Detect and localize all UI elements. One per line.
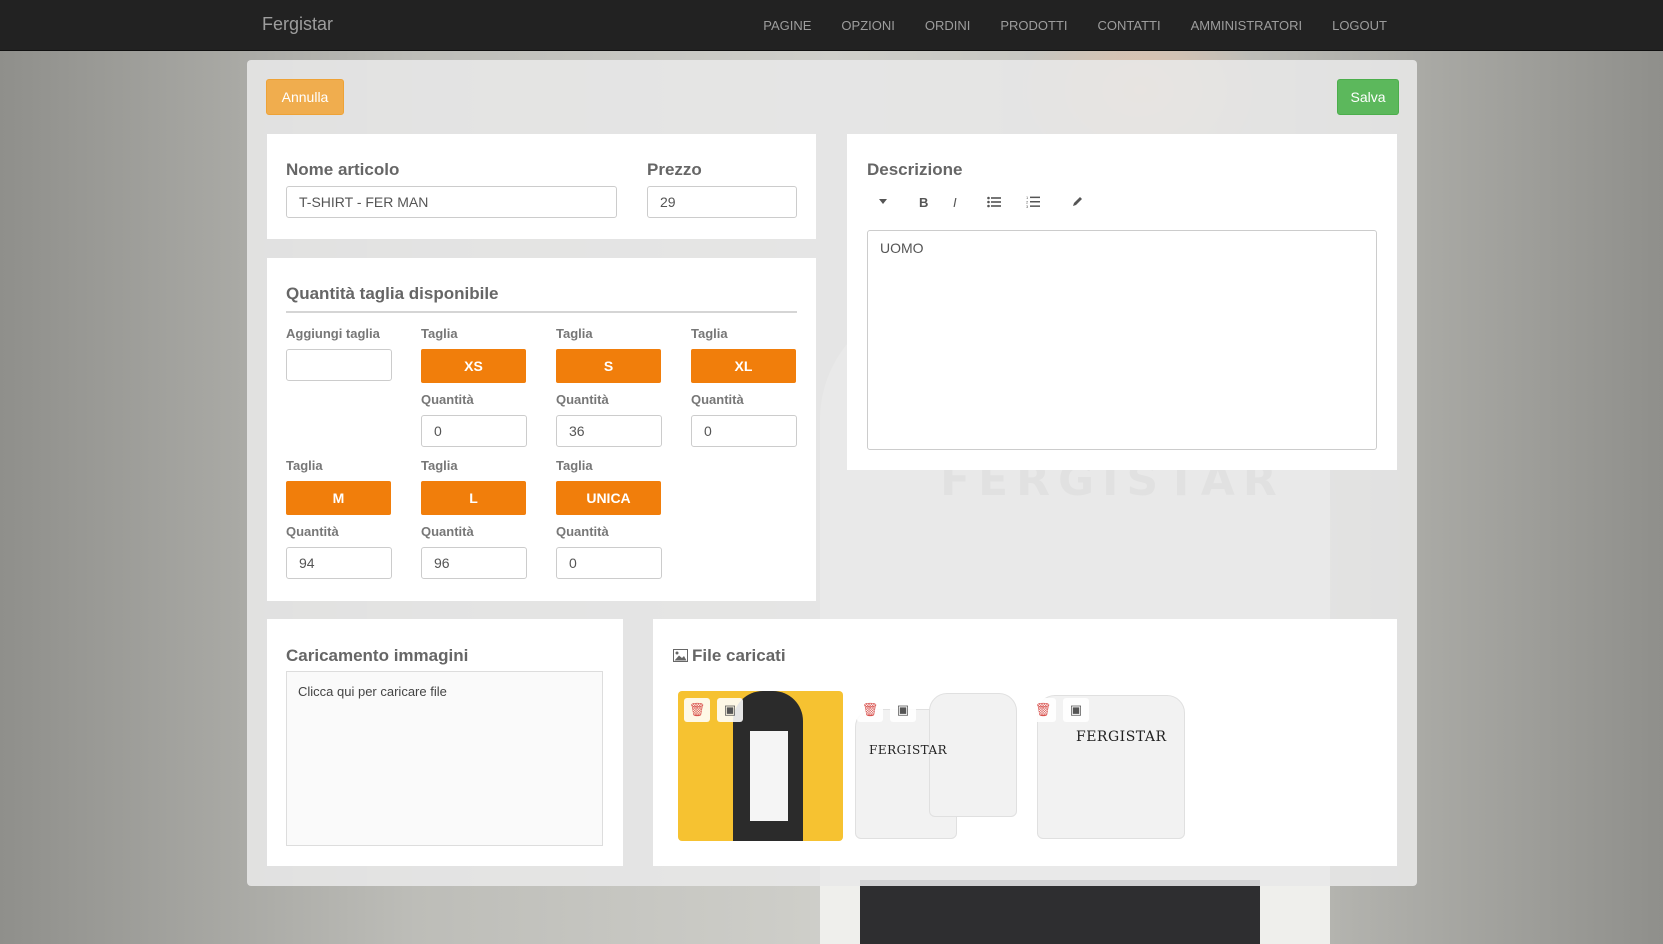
quantity-input-xl[interactable]: 0	[691, 415, 797, 447]
image-icon[interactable]: ▣	[1063, 698, 1089, 722]
size-label: Taglia	[421, 458, 458, 473]
quantity-input-unica[interactable]: 0	[556, 547, 662, 579]
size-label: Taglia	[421, 326, 458, 341]
sizes-title: Quantità taglia disponibile	[286, 284, 499, 303]
add-size-label: Aggiungi taglia	[286, 326, 380, 341]
quantity-label: Quantità	[421, 392, 474, 407]
nav-item-prodotti[interactable]: PRODOTTI	[1000, 18, 1067, 33]
size-button-xs[interactable]: XS	[421, 349, 526, 383]
pencil-icon[interactable]	[1071, 195, 1084, 211]
quantity-label: Quantità	[421, 524, 474, 539]
bold-icon[interactable]: B	[919, 195, 928, 210]
brand-logo[interactable]: Fergistar	[262, 14, 333, 35]
numbered-list-icon[interactable]: 123	[1026, 195, 1040, 211]
nav-item-amministratori[interactable]: AMMINISTRATORI	[1191, 18, 1302, 33]
size-label: Taglia	[691, 326, 728, 341]
size-button-m[interactable]: M	[286, 481, 391, 515]
navbar: Fergistar PAGINE OPZIONI ORDINI PRODOTTI…	[0, 0, 1663, 51]
svg-text:3: 3	[1026, 204, 1029, 208]
cancel-button[interactable]: Annulla	[266, 79, 344, 115]
add-size-input[interactable]	[286, 349, 392, 381]
quantity-label: Quantità	[691, 392, 744, 407]
delete-icon[interactable]: 🗑	[1030, 698, 1056, 722]
quantity-input-xs[interactable]: 0	[421, 415, 527, 447]
price-input[interactable]: 29	[647, 186, 797, 218]
save-button[interactable]: Salva	[1337, 79, 1399, 115]
quantity-label: Quantità	[286, 524, 339, 539]
size-label: Taglia	[556, 458, 593, 473]
background-jeans	[860, 880, 1260, 944]
uploded-image-3[interactable]: FERGISTAR 🗑 ▣	[1029, 691, 1194, 841]
picture-icon	[673, 649, 688, 667]
nav-item-logout[interactable]: LOGOUT	[1332, 18, 1387, 33]
description-label: Descrizione	[867, 160, 963, 179]
nav-item-opzioni[interactable]: OPZIONI	[841, 18, 894, 33]
size-label: Taglia	[286, 458, 323, 473]
name-label: Nome articolo	[286, 160, 400, 179]
size-button-l[interactable]: L	[421, 481, 526, 515]
delete-icon[interactable]: 🗑	[684, 698, 710, 722]
caret-down-icon[interactable]	[878, 194, 888, 209]
delete-icon[interactable]: 🗑	[857, 698, 883, 722]
nav-item-pagine[interactable]: PAGINE	[763, 18, 811, 33]
quantity-input-s[interactable]: 36	[556, 415, 662, 447]
tshirt-logo: FERGISTAR	[869, 743, 948, 757]
description-editor[interactable]: UOMO	[867, 230, 1377, 450]
uploaded-image-1[interactable]: 🗑 ▣	[678, 691, 843, 841]
quantity-label: Quantità	[556, 392, 609, 407]
upload-dropzone[interactable]: Clicca qui per caricare file	[286, 671, 603, 846]
quantity-input-m[interactable]: 94	[286, 547, 392, 579]
italic-icon[interactable]: I	[953, 195, 957, 210]
size-label: Taglia	[556, 326, 593, 341]
image-icon[interactable]: ▣	[890, 698, 916, 722]
uploaded-image-2[interactable]: FERGISTAR 🗑 ▣	[851, 691, 1019, 841]
tshirt-front	[1037, 695, 1185, 839]
quantity-label: Quantità	[556, 524, 609, 539]
size-button-xl[interactable]: XL	[691, 349, 796, 383]
nav-item-ordini[interactable]: ORDINI	[925, 18, 971, 33]
nav-menu: PAGINE OPZIONI ORDINI PRODOTTI CONTATTI …	[733, 0, 1387, 50]
nav-item-contatti[interactable]: CONTATTI	[1098, 18, 1161, 33]
quantity-input-l[interactable]: 96	[421, 547, 527, 579]
bullet-list-icon[interactable]	[987, 196, 1001, 211]
upload-title: Caricamento immagini	[286, 646, 469, 665]
price-label: Prezzo	[647, 160, 702, 179]
sizes-divider	[286, 311, 797, 313]
files-title: File caricati	[692, 646, 786, 665]
size-button-unica[interactable]: UNICA	[556, 481, 661, 515]
name-input[interactable]: T-SHIRT - FER MAN	[286, 186, 617, 218]
tshirt-logo: FERGISTAR	[1076, 729, 1167, 745]
model-tshirt	[750, 731, 788, 821]
image-icon[interactable]: ▣	[717, 698, 743, 722]
size-button-s[interactable]: S	[556, 349, 661, 383]
